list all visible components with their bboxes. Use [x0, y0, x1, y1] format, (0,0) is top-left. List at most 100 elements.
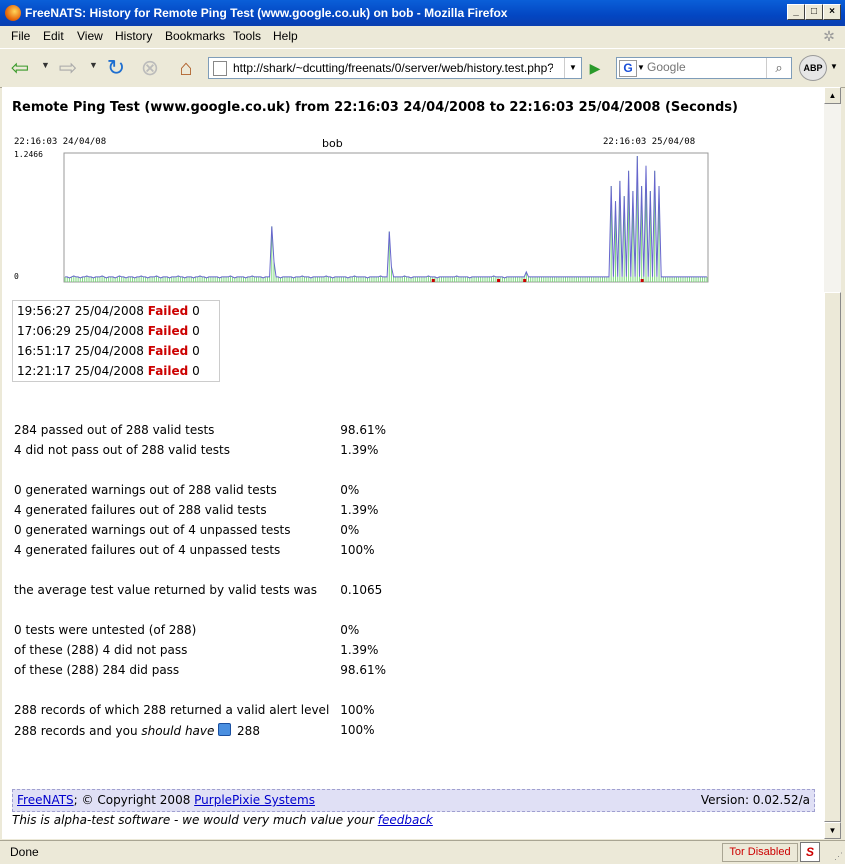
status-bar: Done Tor Disabled S ⋰	[0, 840, 845, 864]
failure-status: Failed	[147, 304, 189, 318]
window-titlebar: FreeNATS: History for Remote Ping Test (…	[0, 0, 845, 26]
back-dropdown-icon[interactable]: ▼	[41, 60, 50, 70]
failure-value: 0	[192, 304, 200, 318]
stat-label: the average test value returned by valid…	[14, 583, 318, 597]
resize-grip-icon[interactable]: ⋰	[834, 851, 843, 862]
tor-status-button[interactable]: Tor Disabled	[722, 843, 798, 862]
version-text: Version: 0.02.52/a	[700, 793, 810, 807]
navigation-toolbar: ⇦ ▼ ⇨ ▼ ↻ ⊗ ⌂ http://shark/~dcutting/fre…	[0, 48, 845, 88]
forward-dropdown-icon[interactable]: ▼	[89, 60, 98, 70]
stop-icon[interactable]: ⊗	[136, 54, 164, 82]
failure-value: 0	[192, 324, 200, 338]
stat-value: 1.39%	[340, 443, 379, 457]
go-icon[interactable]: ▶	[585, 59, 605, 77]
stat-label: 284 passed out of 288 valid tests	[14, 423, 215, 437]
back-arrow-icon[interactable]: ⇦	[6, 54, 34, 82]
stats-row: 288 records and you should have 288 100%	[13, 720, 387, 740]
stats-table: 284 passed out of 288 valid tests 98.61% …	[13, 420, 387, 740]
feedback-link[interactable]: feedback	[378, 813, 433, 827]
stat-label: of these (288) 284 did pass	[14, 663, 180, 677]
stat-label: 4 did not pass out of 288 valid tests	[14, 443, 231, 457]
failure-row: 19:56:27 25/04/2008 Failed 0	[13, 301, 219, 321]
stats-row: 0 generated warnings out of 4 unpassed t…	[13, 520, 387, 540]
menu-bookmarks[interactable]: Bookmarks	[165, 29, 225, 43]
stat-label-pre: 288 records and you	[14, 723, 142, 738]
stat-label: of these (288) 4 did not pass	[14, 643, 188, 657]
stats-spacer	[13, 460, 387, 480]
graph-failure-marker	[523, 279, 527, 282]
stats-spacer	[13, 600, 387, 620]
stat-value: 1.39%	[340, 643, 379, 657]
stat-value: 98.61%	[340, 423, 387, 437]
home-icon[interactable]: ⌂	[172, 54, 200, 82]
page-content: Remote Ping Test (www.google.co.uk) from…	[2, 87, 824, 839]
stat-value: 98.61%	[340, 663, 387, 677]
google-icon[interactable]: G	[619, 60, 637, 77]
failure-row: 12:21:17 25/04/2008 Failed 0	[13, 361, 219, 381]
stat-label: 0 generated warnings out of 288 valid te…	[14, 483, 277, 497]
search-box[interactable]: G ▼ ⌕	[616, 57, 792, 79]
maximize-button[interactable]: □	[805, 4, 823, 20]
window-title: FreeNATS: History for Remote Ping Test (…	[25, 6, 508, 20]
stats-row: 4 generated failures out of 288 valid te…	[13, 500, 387, 520]
stats-row: 288 records of which 288 returned a vali…	[13, 700, 387, 720]
footer-left: FreeNATS; © Copyright 2008 PurplePixie S…	[17, 793, 315, 807]
stats-row: 284 passed out of 288 valid tests 98.61%	[13, 420, 387, 440]
minimize-button[interactable]: _	[787, 4, 805, 20]
stat-label: 4 generated failures out of 4 unpassed t…	[14, 543, 281, 557]
purplepixie-link[interactable]: PurplePixie Systems	[194, 793, 315, 807]
adblock-plus-button[interactable]: ABP	[799, 55, 827, 81]
url-dropdown-icon[interactable]: ▼	[564, 58, 581, 78]
page-footer: FreeNATS; © Copyright 2008 PurplePixie S…	[12, 789, 815, 812]
failure-status: Failed	[147, 344, 189, 358]
failure-value: 0	[192, 364, 200, 378]
failure-time: 12:21:17 25/04/2008	[17, 364, 144, 378]
stats-spacer	[13, 680, 387, 700]
graph-canvas	[63, 152, 709, 283]
abp-dropdown-icon[interactable]: ▼	[830, 62, 838, 71]
freenats-link[interactable]: FreeNATS	[17, 793, 74, 807]
stats-row: of these (288) 4 did not pass 1.39%	[13, 640, 387, 660]
vertical-scrollbar[interactable]: ▲ ▼	[824, 87, 841, 839]
stat-value: 0%	[340, 523, 360, 537]
info-icon	[218, 722, 232, 736]
stats-row: 0 generated warnings out of 288 valid te…	[13, 480, 387, 500]
menu-tools[interactable]: Tools	[233, 29, 261, 43]
copyright-text: ; © Copyright 2008	[73, 793, 195, 807]
stats-row: the average test value returned by valid…	[13, 580, 387, 600]
alpha-note-text: This is alpha-test software - we would v…	[12, 813, 378, 827]
scroll-up-icon[interactable]: ▲	[824, 87, 841, 104]
failure-status: Failed	[147, 364, 189, 378]
failure-row: 16:51:17 25/04/2008 Failed 0	[13, 341, 219, 361]
scroll-down-icon[interactable]: ▼	[824, 822, 841, 839]
failure-value: 0	[192, 344, 200, 358]
failure-status: Failed	[147, 324, 189, 338]
menu-history[interactable]: History	[115, 29, 152, 43]
firefox-icon	[5, 5, 21, 21]
stat-label-post: 288	[237, 723, 260, 738]
url-text[interactable]: http://shark/~dcutting/freenats/0/server…	[233, 61, 553, 75]
menu-edit[interactable]: Edit	[43, 29, 64, 43]
throbber-icon: ✲	[823, 28, 835, 44]
address-bar[interactable]: http://shark/~dcutting/freenats/0/server…	[208, 57, 582, 79]
menu-help[interactable]: Help	[273, 29, 298, 43]
stat-value: 100%	[340, 703, 375, 717]
menu-view[interactable]: View	[77, 29, 103, 43]
stat-label: 288 records of which 288 returned a vali…	[14, 703, 330, 717]
forward-arrow-icon[interactable]: ⇨	[54, 54, 82, 82]
stat-value: 100%	[340, 543, 375, 557]
failure-time: 17:06:29 25/04/2008	[17, 324, 144, 338]
menu-bar: File Edit View History Bookmarks Tools H…	[0, 26, 845, 46]
search-icon[interactable]: ⌕	[766, 58, 791, 78]
failure-time: 19:56:27 25/04/2008	[17, 304, 144, 318]
scroll-thumb[interactable]	[824, 292, 841, 822]
search-input[interactable]	[647, 59, 757, 75]
close-button[interactable]: ×	[823, 4, 841, 20]
graph-failure-marker	[497, 279, 501, 282]
search-engine-dropdown-icon[interactable]: ▼	[637, 63, 645, 72]
stats-row: 0 tests were untested (of 288) 0%	[13, 620, 387, 640]
menu-file[interactable]: File	[11, 29, 30, 43]
reload-icon[interactable]: ↻	[102, 54, 130, 82]
stats-row: 4 did not pass out of 288 valid tests 1.3…	[13, 440, 387, 460]
si-icon[interactable]: S	[800, 842, 820, 862]
